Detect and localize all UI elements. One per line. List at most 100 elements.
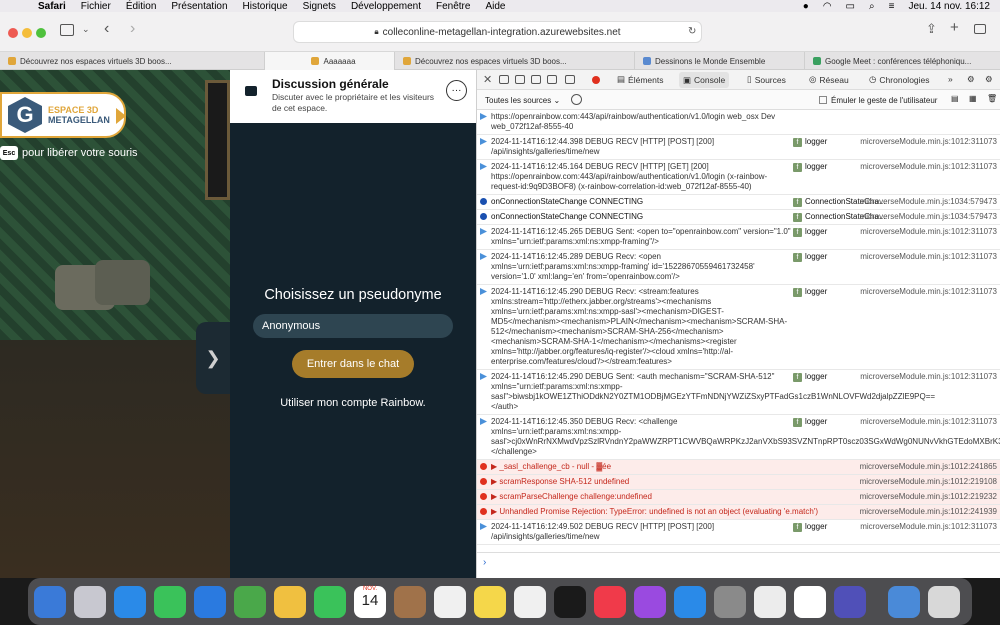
console-row[interactable]: 2024-11-14T16:12:45.164 DEBUG RECV [HTTP… [477, 160, 1000, 195]
maps-icon[interactable] [234, 585, 266, 618]
wifi-icon[interactable]: ◠ [823, 1, 832, 12]
console-row[interactable]: ▶ Unhandled Promise Rejection: TypeError… [477, 505, 1000, 520]
metagellan-logo[interactable]: G ESPACE 3D METAGELLAN [0, 92, 126, 138]
tab-timelines[interactable]: ◷ Chronologies [869, 74, 930, 85]
trash-icon[interactable] [928, 585, 960, 618]
enter-chat-button[interactable]: Entrer dans le chat [292, 350, 414, 378]
podcasts-icon[interactable] [634, 585, 666, 618]
console-row[interactable]: onConnectionStateChange CONNECTING f Conne… [477, 210, 1000, 225]
console-prompt[interactable]: › [477, 552, 1000, 578]
rainbow-account-link[interactable]: Utiliser mon compte Rainbow. [230, 397, 476, 409]
keyboard-app-icon[interactable] [754, 585, 786, 618]
console-row[interactable]: 2024-11-14T16:12:45.290 DEBUG Recv: <str… [477, 285, 1000, 370]
source-link[interactable]: microverseModule.min.js:1012:311073 [860, 372, 997, 382]
zoom-window-button[interactable] [36, 28, 46, 38]
clear-log-icon[interactable]: ▤ [951, 94, 959, 103]
control-center-icon[interactable]: ≡ [889, 1, 895, 12]
back-icon[interactable]: ‹ [104, 20, 109, 38]
source-link[interactable]: microverseModule.min.js:1012:311073 [860, 417, 997, 427]
downloads-icon[interactable] [888, 585, 920, 618]
menu-safari[interactable]: Safari [38, 1, 66, 12]
menu-historique[interactable]: Historique [243, 1, 288, 12]
menu-signets[interactable]: Signets [303, 1, 336, 12]
close-icon[interactable]: ✕ [483, 73, 492, 86]
more-options-button[interactable]: ··· [446, 80, 467, 101]
tab-console[interactable]: ▣ Console [679, 72, 730, 88]
sidebar-toggle-icon[interactable] [60, 24, 74, 36]
mail-icon[interactable] [194, 585, 226, 618]
tab-network[interactable]: ◎ Réseau [809, 74, 849, 85]
console-row[interactable]: 2024-11-14T16:12:45.265 DEBUG Sent: <ope… [477, 225, 1000, 250]
element-picker-icon[interactable] [565, 75, 575, 84]
menu-fenetre[interactable]: Fenêtre [436, 1, 470, 12]
finder-icon[interactable] [34, 585, 66, 618]
reminders-icon[interactable] [434, 585, 466, 618]
trash-icon[interactable]: 🗑︎ [987, 94, 997, 103]
settings-icon[interactable]: ⚙ [967, 74, 975, 85]
console-row[interactable]: 2024-11-14T16:12:44.398 DEBUG RECV [HTTP… [477, 135, 1000, 160]
filter-icon[interactable] [571, 94, 582, 105]
console-row[interactable]: ▶ _sasl_challenge_cb - null - ▓ée microve… [477, 460, 1000, 475]
collapse-panel-button[interactable]: ❯ [196, 322, 230, 394]
app-store-icon[interactable] [674, 585, 706, 618]
tab-3[interactable]: Découvrez nos espaces virtuels 3D boos..… [395, 52, 635, 70]
tab-elements[interactable]: ▤ Éléments [617, 74, 663, 85]
reload-icon[interactable]: ↻ [688, 26, 696, 37]
error-badge-icon[interactable] [592, 76, 600, 84]
source-link[interactable]: microverseModule.min.js:1012:311073 [860, 252, 997, 262]
tv-icon[interactable] [554, 585, 586, 618]
menu-presentation[interactable]: Présentation [171, 1, 227, 12]
menu-edition[interactable]: Édition [126, 1, 157, 12]
source-link[interactable]: microverseModule.min.js:1012:219232 [860, 492, 997, 502]
battery-icon[interactable]: ▭ [846, 1, 855, 12]
source-link[interactable]: microverseModule.min.js:1012:311073 [860, 522, 997, 532]
share-icon[interactable]: ⇪ [926, 21, 937, 37]
launchpad-icon[interactable] [74, 585, 106, 618]
photos-icon[interactable] [274, 585, 306, 618]
emulate-checkbox[interactable] [819, 96, 827, 104]
menu-fichier[interactable]: Fichier [81, 1, 111, 12]
source-link[interactable]: microverseModule.min.js:1012:311073 [860, 137, 997, 147]
source-link[interactable]: microverseModule.min.js:1012:241865 [860, 462, 997, 472]
tab-overview-icon[interactable] [974, 24, 986, 34]
dock-bottom-icon[interactable] [499, 75, 509, 84]
console-row[interactable]: ▶ scramResponse SHA-512 undefined microve… [477, 475, 1000, 490]
clock[interactable]: Jeu. 14 nov. 16:12 [908, 1, 990, 12]
tab-sources[interactable]: ▯ Sources [747, 74, 786, 85]
search-icon[interactable]: ⌕ [869, 1, 875, 12]
source-link[interactable]: microverseModule.min.js:1012:311073 [860, 227, 997, 237]
source-link[interactable]: microverseModule.min.js:1012:219108 [860, 477, 997, 487]
user-icon[interactable]: ● [803, 1, 809, 12]
console-row[interactable]: 2024-11-14T16:12:45.290 DEBUG Sent: <aut… [477, 370, 1000, 415]
source-link[interactable]: microverseModule.min.js:1012:311073 [860, 162, 997, 172]
forward-icon[interactable]: › [130, 20, 135, 38]
new-tab-icon[interactable]: + [950, 19, 959, 36]
source-link[interactable]: microverseModule.min.js:1034:579473 [860, 197, 997, 207]
menu-aide[interactable]: Aide [485, 1, 505, 12]
console-row[interactable]: onConnectionStateChange CONNECTING f Conne… [477, 195, 1000, 210]
overflow-icon[interactable]: » [948, 74, 953, 84]
teams-icon[interactable] [834, 585, 866, 618]
freeform-icon[interactable] [514, 585, 546, 618]
notes-icon[interactable] [474, 585, 506, 618]
dock-right-icon[interactable] [531, 75, 541, 84]
close-window-button[interactable] [8, 28, 18, 38]
console-row[interactable]: ▶ scramParseChallenge challenge:undefine… [477, 490, 1000, 505]
source-link[interactable]: microverseModule.min.js:1012:241939 [860, 507, 997, 517]
tab-1[interactable]: Découvrez nos espaces virtuels 3D boos..… [0, 52, 265, 70]
system-settings-icon[interactable] [714, 585, 746, 618]
music-icon[interactable] [594, 585, 626, 618]
minimize-window-button[interactable] [22, 28, 32, 38]
chevron-down-icon[interactable]: ⌄ [82, 24, 90, 35]
console-settings-icon[interactable]: ▦ [969, 94, 977, 103]
console-row[interactable]: 2024-11-14T16:12:49.502 DEBUG RECV [HTTP… [477, 520, 1000, 545]
safari-icon[interactable] [114, 585, 146, 618]
menu-developpement[interactable]: Développement [351, 1, 421, 12]
source-filter-select[interactable]: Toutes les sources ⌄ [485, 96, 560, 105]
console-row[interactable]: 2024-11-14T16:12:45.350 DEBUG Recv: <cha… [477, 415, 1000, 460]
source-link[interactable]: microverseModule.min.js:1034:579473 [860, 212, 997, 222]
calendar-icon[interactable]: NOV. 14 [354, 585, 386, 618]
source-link[interactable]: microverseModule.min.js:1012:311073 [860, 287, 997, 297]
console-row[interactable]: 2024-11-14T16:12:45.289 DEBUG Recv: <ope… [477, 250, 1000, 285]
tab-5[interactable]: Google Meet : conférences téléphoniqu... [805, 52, 1000, 70]
